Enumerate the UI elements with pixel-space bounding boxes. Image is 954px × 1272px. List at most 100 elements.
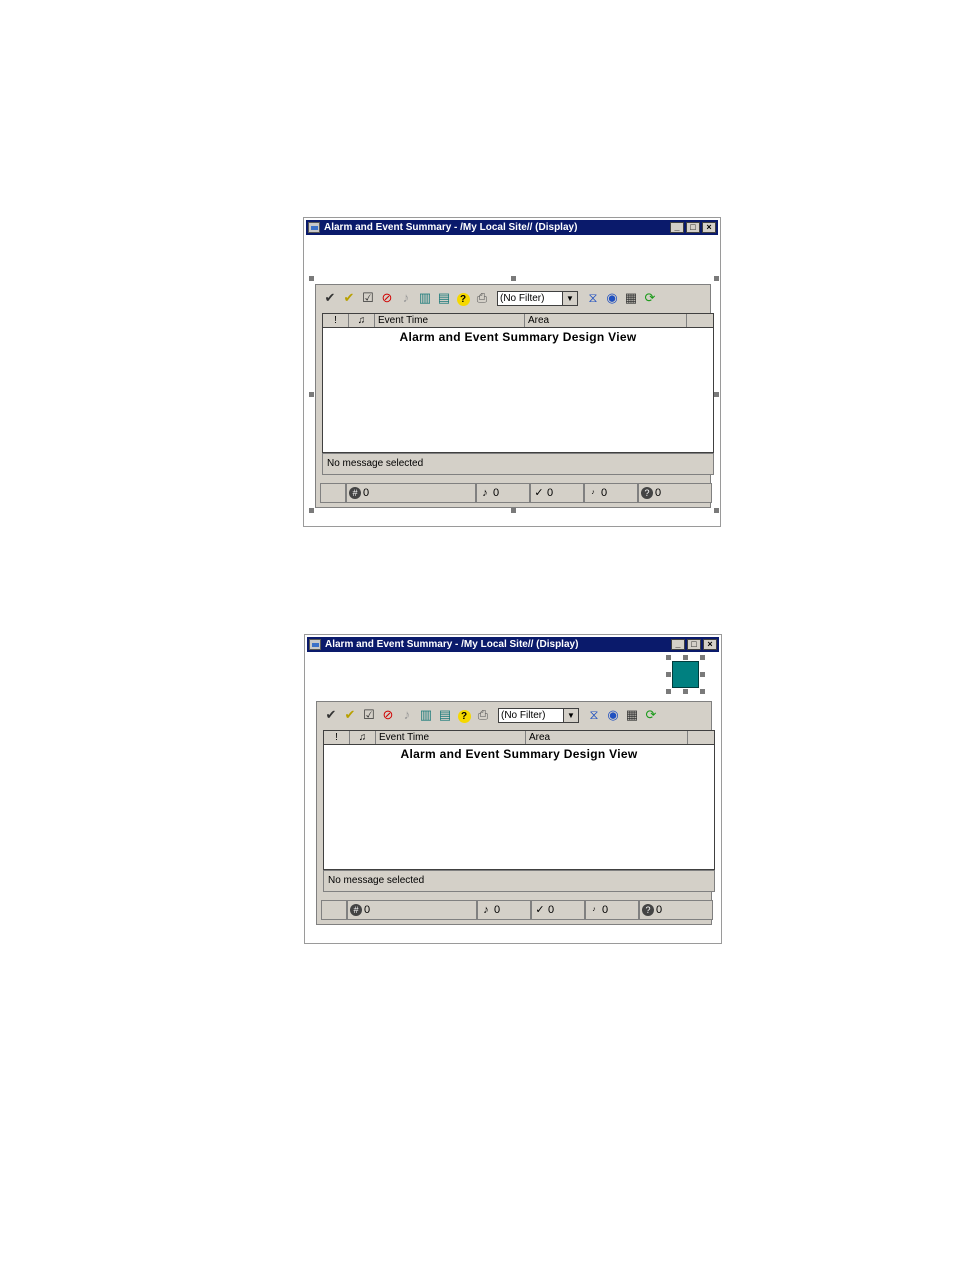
priority-column[interactable]: !	[324, 731, 350, 744]
hash-icon: #	[349, 487, 361, 500]
selected-teal-object[interactable]	[672, 661, 699, 688]
clear-filter-icon[interactable]: ⧖	[586, 707, 602, 723]
selection-handle[interactable]	[700, 672, 705, 677]
status-acked: ✓ 0	[530, 483, 584, 503]
maximize-icon[interactable]: □	[686, 222, 700, 233]
alarm-summary-window-1: Alarm and Event Summary - /My Local Site…	[303, 217, 721, 527]
status-total: #0	[346, 483, 476, 503]
status-acked: ✓ 0	[531, 900, 585, 920]
selection-handle[interactable]	[714, 276, 719, 281]
filter-dropdown[interactable]: (No Filter) ▼	[498, 707, 579, 723]
status-alarms: ♪ 0	[476, 483, 530, 503]
silence-icon[interactable]: ♪	[399, 707, 415, 723]
find-icon[interactable]: ◉	[605, 707, 621, 723]
maximize-icon[interactable]: □	[687, 639, 701, 650]
list-header: ! ♫ Event Time Area	[324, 731, 714, 745]
selection-handle[interactable]	[309, 276, 314, 281]
acknowledge-icon[interactable]: ✔	[323, 707, 339, 723]
status-bar: #0 ♪ 0 ✓ 0 ♪ 0 ? 0	[321, 900, 713, 920]
list-header: ! ♫ Event Time Area	[323, 314, 713, 328]
area-column[interactable]: Area	[526, 731, 688, 744]
find-icon[interactable]: ◉	[604, 290, 620, 306]
clear-filter-icon[interactable]: ⧖	[585, 290, 601, 306]
priority-column[interactable]: !	[323, 314, 349, 327]
print-icon[interactable]: ⎙	[474, 290, 490, 306]
status-total: #0	[347, 900, 477, 920]
bell-column[interactable]: ♫	[350, 731, 376, 744]
chevron-down-icon[interactable]: ▼	[563, 290, 578, 306]
selection-handle[interactable]	[309, 392, 314, 397]
chevron-down-icon[interactable]: ▼	[564, 707, 579, 723]
selection-handle[interactable]	[714, 508, 719, 513]
close-icon[interactable]: ×	[703, 639, 717, 650]
toolbar: ✔ ✔ ☑ ⊘ ♪ ▥ ▤ ? ⎙ (No Filter) ▼ ⧖ ◉ ▦ ⟳	[322, 290, 658, 306]
status-unknown: ? 0	[639, 900, 713, 920]
selection-handle[interactable]	[666, 689, 671, 694]
area-column[interactable]: Area	[525, 314, 687, 327]
alarm-summary-window-2: Alarm and Event Summary - /My Local Site…	[304, 634, 722, 944]
filter-value[interactable]: (No Filter)	[498, 707, 564, 723]
selection-handle[interactable]	[511, 508, 516, 513]
suppress-icon[interactable]: ⊘	[379, 290, 395, 306]
acknowledge-icon[interactable]: ✔	[322, 290, 338, 306]
selection-handle[interactable]	[683, 689, 688, 694]
acknowledge-page-icon[interactable]: ✔	[341, 290, 357, 306]
properties-icon[interactable]: ▤	[437, 707, 453, 723]
question-icon: ?	[641, 487, 653, 500]
filter-value[interactable]: (No Filter)	[497, 290, 563, 306]
help-icon[interactable]: ?	[456, 707, 472, 723]
acknowledge-all-icon[interactable]: ☑	[360, 290, 376, 306]
window-controls: _ □ ×	[670, 222, 716, 233]
app-icon	[309, 639, 321, 650]
sort-icon[interactable]: ▥	[417, 290, 433, 306]
details-icon[interactable]: ▦	[623, 290, 639, 306]
bell-column[interactable]: ♫	[349, 314, 375, 327]
status-alarms: ♪ 0	[477, 900, 531, 920]
alarm-event-summary-control[interactable]: ✔ ✔ ☑ ⊘ ♪ ▥ ▤ ? ⎙ (No Filter) ▼ ⧖ ◉ ▦ ⟳ …	[316, 701, 715, 925]
details-icon[interactable]: ▦	[624, 707, 640, 723]
minimize-icon[interactable]: _	[671, 639, 685, 650]
check-icon: ✓	[535, 904, 545, 917]
alarm-event-summary-control[interactable]: ✔ ✔ ☑ ⊘ ♪ ▥ ▤ ? ⎙ (No Filter) ▼ ⧖ ◉ ▦ ⟳ …	[315, 284, 714, 508]
selection-handle[interactable]	[700, 689, 705, 694]
window-title: Alarm and Event Summary - /My Local Site…	[324, 222, 578, 233]
title-bar[interactable]: Alarm and Event Summary - /My Local Site…	[307, 637, 719, 652]
selection-handle[interactable]	[714, 392, 719, 397]
event-list[interactable]: ! ♫ Event Time Area Alarm and Event Summ…	[323, 730, 715, 870]
selection-handle[interactable]	[511, 276, 516, 281]
status-low: ♪ 0	[584, 483, 638, 503]
status-low: ♪ 0	[585, 900, 639, 920]
status-bar: #0 ♪ 0 ✓ 0 ♪ 0 ? 0	[320, 483, 712, 503]
bell-icon: ♪	[482, 487, 488, 500]
title-bar[interactable]: Alarm and Event Summary - /My Local Site…	[306, 220, 718, 235]
design-view-label: Alarm and Event Summary Design View	[400, 747, 638, 761]
event-list[interactable]: ! ♫ Event Time Area Alarm and Event Summ…	[322, 313, 714, 453]
print-icon[interactable]: ⎙	[475, 707, 491, 723]
minimize-icon[interactable]: _	[670, 222, 684, 233]
refresh-icon[interactable]: ⟳	[642, 290, 658, 306]
message-bar: No message selected	[323, 870, 715, 892]
acknowledge-page-icon[interactable]: ✔	[342, 707, 358, 723]
design-view-label: Alarm and Event Summary Design View	[399, 330, 637, 344]
selection-handle[interactable]	[309, 508, 314, 513]
sort-icon[interactable]: ▥	[418, 707, 434, 723]
silence-icon[interactable]: ♪	[398, 290, 414, 306]
selection-handle[interactable]	[666, 655, 671, 660]
selection-handle[interactable]	[700, 655, 705, 660]
question-icon: ?	[642, 904, 654, 917]
bell-icon: ♪	[483, 904, 489, 917]
selection-handle[interactable]	[683, 655, 688, 660]
close-icon[interactable]: ×	[702, 222, 716, 233]
selection-handle[interactable]	[666, 672, 671, 677]
filter-dropdown[interactable]: (No Filter) ▼	[497, 290, 578, 306]
check-icon: ✓	[534, 487, 544, 500]
window-controls: _ □ ×	[671, 639, 717, 650]
event-time-column[interactable]: Event Time	[376, 731, 526, 744]
properties-icon[interactable]: ▤	[436, 290, 452, 306]
refresh-icon[interactable]: ⟳	[643, 707, 659, 723]
event-time-column[interactable]: Event Time	[375, 314, 525, 327]
help-icon[interactable]: ?	[455, 290, 471, 306]
message-bar: No message selected	[322, 453, 714, 475]
acknowledge-all-icon[interactable]: ☑	[361, 707, 377, 723]
suppress-icon[interactable]: ⊘	[380, 707, 396, 723]
